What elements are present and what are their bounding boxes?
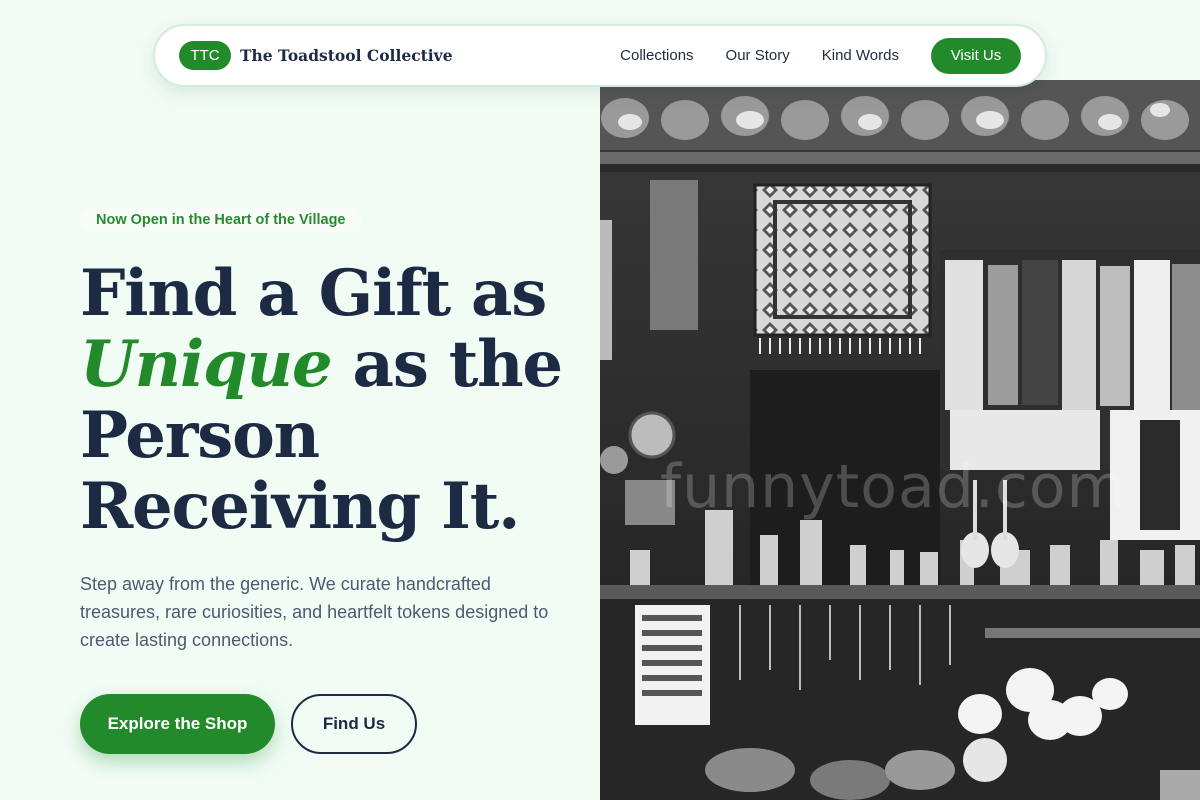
explore-shop-button[interactable]: Explore the Shop [80, 694, 275, 754]
nav-link-our-story[interactable]: Our Story [726, 47, 790, 64]
visit-us-button[interactable]: Visit Us [931, 37, 1021, 74]
hero-subcopy: Step away from the generic. We curate ha… [80, 574, 549, 650]
headline-line-3: Person [80, 398, 320, 473]
nav-link-collections[interactable]: Collections [620, 47, 693, 64]
top-navbar: TTC The Toadstool Collective Collections… [153, 24, 1047, 87]
nav-link-kind-words[interactable]: Kind Words [822, 47, 899, 64]
hero-headline: Find a Gift as Unique as the Person Rece… [80, 258, 580, 542]
hero-photo: funnytoad.com [600, 80, 1200, 800]
headline-line-1: Find a Gift as [80, 256, 547, 331]
shop-stall-illustration [600, 80, 1200, 800]
eyebrow-badge: Now Open in the Heart of the Village [80, 206, 362, 234]
headline-accent: Unique [80, 327, 333, 402]
brand-name[interactable]: The Toadstool Collective [240, 46, 453, 65]
headline-line-4: Receiving It. [80, 469, 520, 544]
headline-line-2-rest: as the [331, 327, 564, 402]
logo-badge[interactable]: TTC [179, 41, 231, 70]
watermark-text: funnytoad.com [660, 452, 1127, 522]
find-us-button[interactable]: Find Us [291, 694, 417, 754]
nav-links: Collections Our Story Kind Words Visit U… [620, 37, 1021, 74]
